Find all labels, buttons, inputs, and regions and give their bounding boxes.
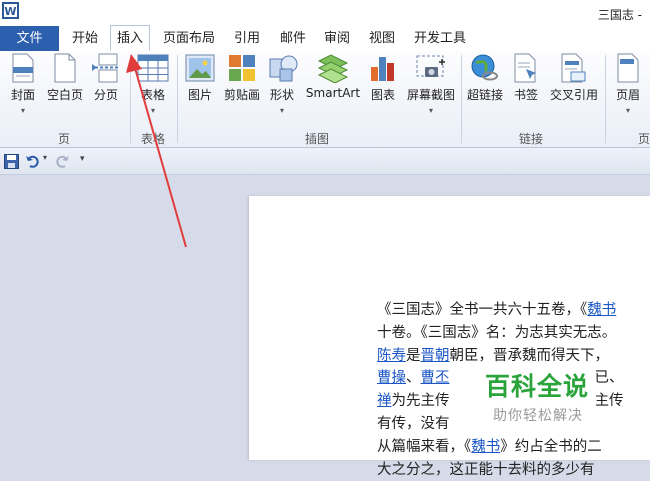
undo-dropdown-icon[interactable]: ▾ xyxy=(43,153,47,162)
tab-review[interactable]: 审阅 xyxy=(324,26,350,51)
bookmark-icon xyxy=(514,53,536,83)
smartart-icon xyxy=(317,54,349,83)
watermark-title: 百科全说 xyxy=(485,372,590,401)
group-separator xyxy=(130,55,131,143)
customize-toolbar-icon[interactable]: ▾ xyxy=(80,154,85,164)
page-break-icon xyxy=(92,53,119,83)
cross-reference-button[interactable]: 交叉引用 xyxy=(546,53,602,103)
watermark-logo: 百科全说 助你轻松解决 xyxy=(482,365,596,431)
hyperlink-text[interactable]: 曹操 xyxy=(377,370,406,386)
word-app-icon[interactable]: W xyxy=(2,2,19,19)
tab-home[interactable]: 开始 xyxy=(72,26,98,51)
tab-references[interactable]: 引用 xyxy=(234,26,260,51)
svg-text:W: W xyxy=(4,5,16,18)
screenshot-button[interactable]: 屏幕截图 ▾ xyxy=(404,53,458,115)
tab-view[interactable]: 视图 xyxy=(369,26,395,51)
cover-page-icon xyxy=(12,53,34,83)
cross-reference-icon xyxy=(561,53,586,83)
group-separator xyxy=(461,55,462,143)
dropdown-arrow-icon: ▾ xyxy=(428,106,433,115)
tab-mailings[interactable]: 邮件 xyxy=(280,26,306,51)
table-button[interactable]: 表格 ▾ xyxy=(136,53,170,115)
tab-file[interactable]: 文件 xyxy=(0,26,59,51)
text-line: 陈寿是晋朝朝臣，晋承魏而得天下， xyxy=(377,347,609,364)
tab-insert[interactable]: 插入 xyxy=(110,25,151,51)
blank-page-button[interactable]: 空白页 xyxy=(44,53,86,103)
hyperlink-text[interactable]: 魏书 xyxy=(471,439,500,455)
dropdown-arrow-icon: ▾ xyxy=(20,106,25,115)
bookmark-button[interactable]: 书签 xyxy=(512,53,540,103)
ribbon-insert: 封面 ▾ 空白页 分页 页 表格 ▾ 表格 图片 剪贴画 形状 ▾ SmartA… xyxy=(0,51,650,148)
chart-icon xyxy=(371,57,394,81)
clipart-icon xyxy=(229,55,255,81)
undo-icon[interactable] xyxy=(25,154,40,169)
text-line: 《三国志》全书一共六十五卷，《魏书 xyxy=(377,302,617,318)
tab-page-layout[interactable]: 页面布局 xyxy=(163,26,215,51)
window-title: 三国志 - xyxy=(597,8,642,22)
group-separator xyxy=(605,55,606,143)
hyperlink-globe-icon xyxy=(471,54,498,81)
screenshot-icon xyxy=(416,55,445,77)
hyperlink-text[interactable]: 晋朝 xyxy=(421,348,450,364)
shapes-icon xyxy=(269,55,298,82)
dropdown-arrow-icon: ▾ xyxy=(625,106,630,115)
group-label-header: 页 xyxy=(638,132,650,146)
group-label-links: 链接 xyxy=(519,132,544,146)
hyperlink-text[interactable]: 魏书 xyxy=(587,302,616,318)
text-line: 大之分之，这正能十去料的多少有 xyxy=(377,461,595,478)
ribbon-tab-row: 文件 开始 插入 页面布局 引用 邮件 审阅 视图 开发工具 xyxy=(0,25,650,52)
tab-developer[interactable]: 开发工具 xyxy=(414,26,466,51)
group-label-pages: 页 xyxy=(58,132,71,146)
clipart-button[interactable]: 剪贴画 xyxy=(222,53,262,103)
text-line: 十卷。《三国志》名：为志其实无志。 xyxy=(377,324,617,341)
group-label-illustrations: 插图 xyxy=(305,132,330,146)
text-line: 从篇幅来看，《魏书》约占全书的二 xyxy=(377,438,602,455)
cover-page-button[interactable]: 封面 ▾ xyxy=(6,53,40,115)
quick-access-toolbar: ▾ ▾ xyxy=(0,148,650,175)
dropdown-arrow-icon: ▾ xyxy=(279,106,284,115)
save-icon[interactable] xyxy=(4,154,19,169)
picture-button[interactable]: 图片 xyxy=(184,53,216,103)
picture-icon xyxy=(185,54,215,82)
shapes-button[interactable]: 形状 ▾ xyxy=(268,53,298,115)
hyperlink-button[interactable]: 超链接 xyxy=(464,53,506,103)
header-icon xyxy=(617,53,639,83)
page-break-button[interactable]: 分页 xyxy=(90,53,122,103)
smartart-button[interactable]: SmartArt xyxy=(304,53,362,100)
hyperlink-text[interactable]: 陈寿 xyxy=(377,348,406,364)
blank-page-icon xyxy=(54,53,76,83)
table-icon xyxy=(137,54,169,82)
hyperlink-text[interactable]: 禅 xyxy=(377,393,392,409)
group-separator xyxy=(177,55,178,143)
title-bar: W 三国志 - xyxy=(0,0,650,26)
hyperlink-text[interactable]: 曹丕 xyxy=(421,370,450,386)
watermark-subtitle: 助你轻松解决 xyxy=(493,408,583,424)
chart-button[interactable]: 图表 xyxy=(368,53,398,103)
redo-icon[interactable] xyxy=(55,154,70,169)
header-button[interactable]: 页眉 ▾ xyxy=(612,53,644,115)
dropdown-arrow-icon: ▾ xyxy=(150,106,155,115)
group-label-table: 表格 xyxy=(141,132,166,146)
